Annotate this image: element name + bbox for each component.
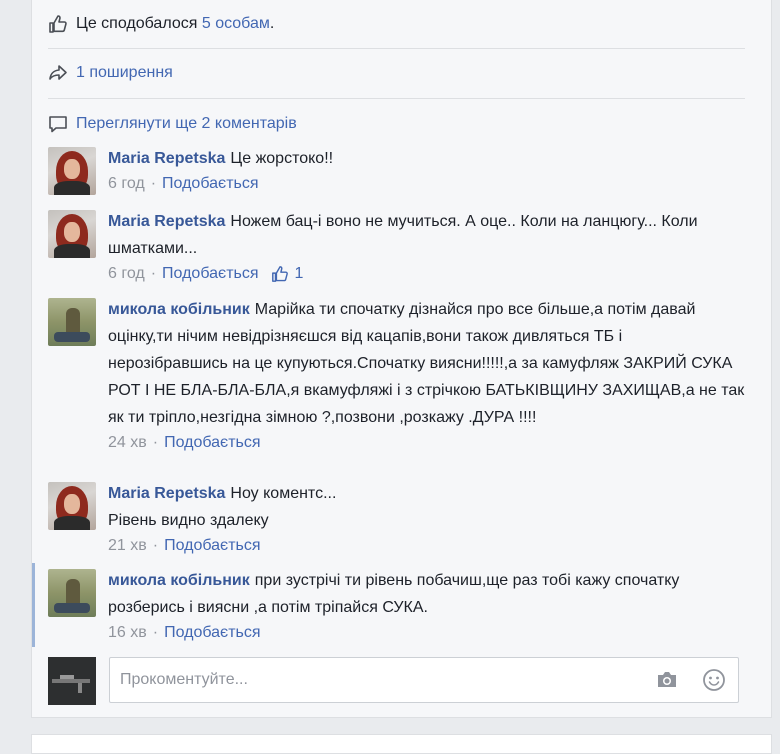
likes-count-link[interactable]: 5 особам <box>202 15 270 33</box>
camera-icon[interactable] <box>656 670 678 690</box>
comment-text: Maria Repetska Ножем бац-і воно не мучить… <box>108 208 745 262</box>
comment-like-button[interactable]: Подобається <box>164 432 260 454</box>
comment-text: Maria Repetska Ноу коментс... <box>108 480 745 507</box>
thumbs-up-icon <box>48 14 68 34</box>
comment-time[interactable]: 21 хв <box>108 535 147 557</box>
comment-like-button[interactable]: Подобається <box>164 622 260 644</box>
avatar[interactable] <box>48 210 96 258</box>
likes-summary: Це сподобалося 5 особам. <box>48 14 745 34</box>
like-count-number: 1 <box>294 265 304 282</box>
avatar[interactable] <box>48 569 96 617</box>
comment-body-line2: Рівень видно здалеку <box>108 512 269 529</box>
divider <box>48 98 745 99</box>
avatar[interactable] <box>48 147 96 195</box>
divider <box>48 48 745 49</box>
comment-text: Maria Repetska Це жорстоко!! <box>108 145 745 172</box>
comment-body: Ноу коментс... <box>230 485 337 502</box>
shares-row: 1 поширення <box>48 63 745 83</box>
next-post-card <box>31 734 772 754</box>
comment-time[interactable]: 6 год <box>108 173 145 195</box>
avatar[interactable] <box>48 298 96 346</box>
post-footer-card: Це сподобалося 5 особам. 1 поширення Пер… <box>31 0 772 718</box>
comment-author[interactable]: Maria Repetska <box>108 213 225 230</box>
comment-like-count[interactable]: 1 <box>271 263 304 285</box>
comment-author[interactable]: микола кобільник <box>108 572 250 589</box>
comment-bubble-icon <box>48 114 68 134</box>
shares-link[interactable]: 1 поширення <box>76 64 173 82</box>
comment-text: микола кобільник Марійка ти спочатку дізн… <box>108 296 745 431</box>
likes-suffix: . <box>269 15 275 32</box>
smiley-icon[interactable] <box>702 668 726 692</box>
comment-author[interactable]: Maria Repetska <box>108 485 225 502</box>
thumbs-up-icon <box>271 265 289 283</box>
avatar[interactable] <box>48 482 96 530</box>
comment-meta: 24 хв · Подобається <box>108 432 745 454</box>
comment-time[interactable]: 16 хв <box>108 622 147 644</box>
comment-author[interactable]: Maria Repetska <box>108 150 225 167</box>
comment-author[interactable]: микола кобільник <box>108 301 250 318</box>
comment-meta: 6 год · Подобається 1 <box>108 263 745 285</box>
comment-meta: 6 год · Подобається <box>108 173 745 195</box>
view-more-comments-link[interactable]: Переглянути ще 2 коментарів <box>76 115 297 133</box>
comment-text: микола кобільник при зустрічі ти рівень п… <box>108 567 745 621</box>
current-user-avatar[interactable] <box>48 657 96 705</box>
comment-composer <box>109 657 739 703</box>
comment-meta: 21 хв · Подобається <box>108 535 745 557</box>
comment-time[interactable]: 24 хв <box>108 432 147 454</box>
comment-input[interactable] <box>110 658 670 702</box>
view-more-comments[interactable]: Переглянути ще 2 коментарів <box>48 114 745 134</box>
comment-like-button[interactable]: Подобається <box>164 535 260 557</box>
comment-like-button[interactable]: Подобається <box>162 263 258 285</box>
comment-body: Марійка ти спочатку дізнайся про все біл… <box>108 301 745 426</box>
comment-time[interactable]: 6 год <box>108 263 145 285</box>
comment-body: Це жорстоко!! <box>230 150 334 167</box>
comment-meta: 16 хв · Подобається <box>108 622 745 644</box>
likes-prefix: Це сподобалося <box>76 15 198 32</box>
new-comment-indicator <box>32 563 35 647</box>
share-arrow-icon <box>48 63 68 83</box>
comment-like-button[interactable]: Подобається <box>162 173 258 195</box>
